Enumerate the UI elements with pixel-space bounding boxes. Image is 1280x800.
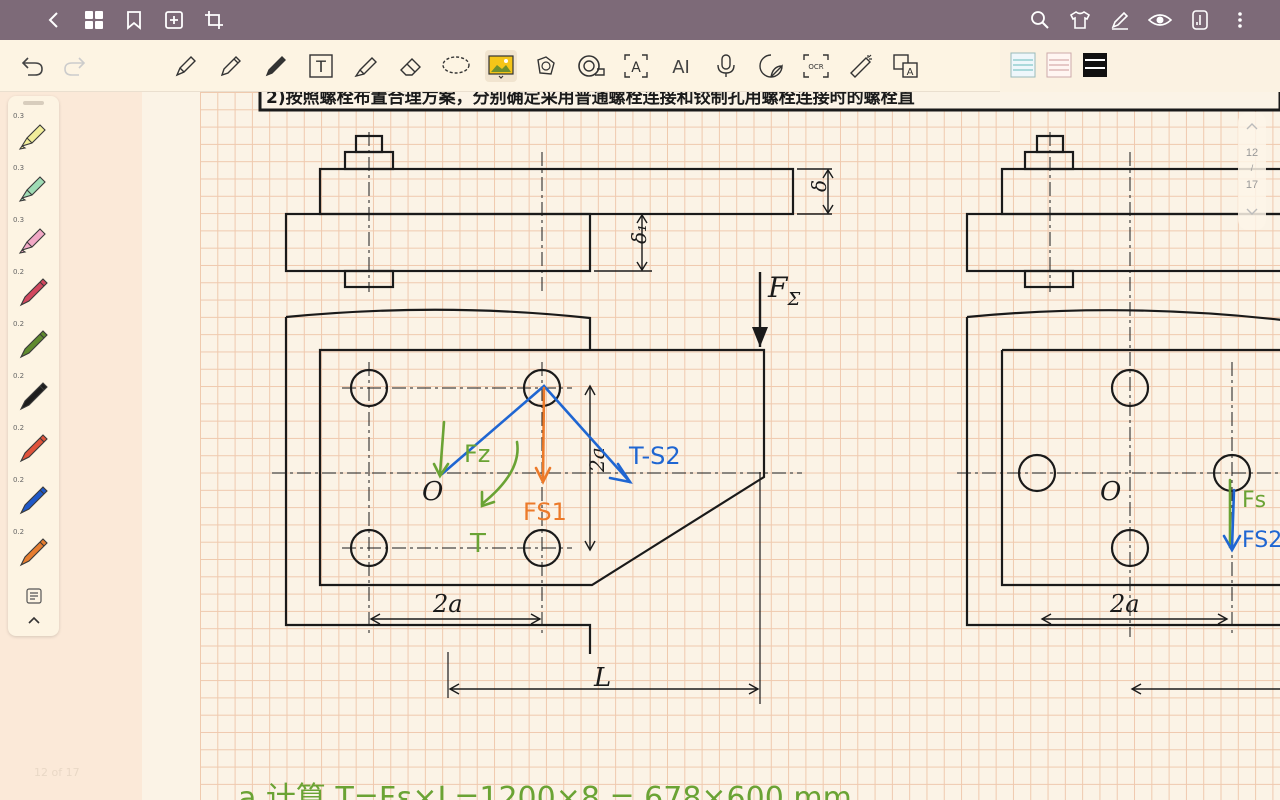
label-delta1: δ₁ bbox=[627, 224, 651, 244]
template-3-icon[interactable] bbox=[1082, 52, 1108, 78]
sidebar-drag-handle[interactable] bbox=[23, 101, 44, 105]
note-canvas[interactable]: 2)按照螺栓布置合理方案，分别确定采用普通螺栓连接和铰制孔用螺栓连接时的螺栓直 bbox=[142, 92, 1280, 800]
highlighter-icon[interactable] bbox=[350, 50, 382, 82]
annotation-fs2: T-S2 bbox=[628, 442, 681, 470]
text-tool-label: T bbox=[315, 57, 326, 76]
page-separator: / bbox=[1250, 163, 1254, 173]
label-2a-horizontal: 2a bbox=[432, 590, 463, 618]
redo-icon[interactable] bbox=[58, 50, 90, 82]
annotation-t: T bbox=[469, 529, 486, 559]
more-icon[interactable] bbox=[1220, 0, 1260, 40]
translate-icon[interactable]: A bbox=[890, 50, 922, 82]
page-current: 12 bbox=[1245, 147, 1259, 159]
grid-view-icon[interactable] bbox=[74, 0, 114, 40]
highlighter-icon bbox=[18, 176, 46, 202]
sidebar-toggle-icon[interactable] bbox=[1180, 0, 1220, 40]
pen-slot[interactable]: 0.2 bbox=[12, 526, 55, 576]
pencil-icon[interactable] bbox=[215, 50, 247, 82]
page-total: 17 bbox=[1245, 179, 1259, 191]
palette-settings-icon[interactable] bbox=[24, 586, 44, 606]
crop-icon[interactable] bbox=[194, 0, 234, 40]
add-page-icon[interactable] bbox=[154, 0, 194, 40]
bottom-note: a 计算 T=Fε×L=1200×8 = 678×600 mm bbox=[238, 781, 852, 800]
pen-icon bbox=[19, 434, 48, 463]
label-delta: δ bbox=[807, 180, 831, 192]
fountain-pen-icon[interactable] bbox=[170, 50, 202, 82]
pen-slot[interactable]: 0.3 bbox=[12, 162, 55, 212]
template-2-icon[interactable] bbox=[1046, 52, 1072, 78]
eraser-icon[interactable] bbox=[395, 50, 427, 82]
right-annotation-fs2: FS2 bbox=[1242, 528, 1280, 553]
sticker-icon[interactable] bbox=[755, 50, 787, 82]
shirt-icon[interactable] bbox=[1060, 0, 1100, 40]
svg-text:A: A bbox=[907, 67, 914, 78]
eye-icon[interactable] bbox=[1140, 0, 1180, 40]
image-icon[interactable] bbox=[485, 50, 517, 82]
right-label-origin: O bbox=[1100, 477, 1121, 507]
pen-slot[interactable]: 0.2 bbox=[12, 422, 55, 472]
pen-slot[interactable]: 0.2 bbox=[12, 474, 55, 524]
top-bar bbox=[0, 0, 1280, 40]
tool-bar: T A AI OCR A bbox=[0, 40, 1280, 92]
top-bar-right bbox=[1020, 0, 1260, 40]
annotation-fs1: FS1 bbox=[523, 498, 567, 526]
ai-icon[interactable]: AI bbox=[665, 50, 697, 82]
pen-sidebar: 0.3 0.3 0.3 0.2 0.2 0.2 0.2 0.2 0.2 bbox=[8, 96, 59, 636]
collapse-icon[interactable] bbox=[24, 610, 44, 630]
text-recognition-icon[interactable]: A bbox=[620, 50, 652, 82]
pen-slot[interactable]: 0.2 bbox=[12, 318, 55, 368]
right-label-2a: 2a bbox=[1109, 590, 1140, 618]
page-navigator: 12 / 17 bbox=[1238, 112, 1266, 230]
pen-slot[interactable]: 0.3 bbox=[12, 214, 55, 264]
pen-icon bbox=[19, 538, 48, 567]
pen-icon bbox=[19, 330, 48, 359]
annotation-fz: Fz bbox=[464, 440, 490, 468]
bookmark-icon[interactable] bbox=[114, 0, 154, 40]
top-bar-left bbox=[34, 0, 234, 40]
page-down-icon[interactable] bbox=[1242, 204, 1262, 220]
pen-slot[interactable]: 0.2 bbox=[12, 370, 55, 420]
laser-pointer-icon[interactable] bbox=[845, 50, 877, 82]
pen-edit-icon[interactable] bbox=[1100, 0, 1140, 40]
pen-slot[interactable]: 0.2 bbox=[12, 266, 55, 316]
ocr-label: OCR bbox=[808, 63, 823, 71]
tape-icon[interactable] bbox=[575, 50, 607, 82]
ocr-icon[interactable]: OCR bbox=[800, 50, 832, 82]
right-annotation-fs: Fs bbox=[1242, 488, 1266, 513]
pen-icon bbox=[19, 278, 48, 307]
pen-slot[interactable]: 0.3 bbox=[12, 110, 55, 160]
label-L: L bbox=[593, 663, 611, 693]
technical-drawing: 2)按照螺栓布置合理方案，分别确定采用普通螺栓连接和铰制孔用螺栓连接时的螺栓直 bbox=[238, 92, 1280, 800]
ballpoint-pen-icon[interactable] bbox=[260, 50, 292, 82]
lasso-icon[interactable] bbox=[440, 50, 472, 82]
page-up-icon[interactable] bbox=[1242, 118, 1262, 134]
svg-text:A: A bbox=[631, 60, 641, 76]
label-2a-vertical: 2a bbox=[585, 447, 609, 473]
label-force: FΣ bbox=[767, 271, 800, 310]
pen-icon bbox=[19, 382, 48, 411]
label-origin: O bbox=[422, 477, 443, 507]
highlighter-icon bbox=[18, 228, 46, 254]
undo-icon[interactable] bbox=[17, 50, 49, 82]
highlighter-icon bbox=[18, 124, 46, 150]
header-text: 2)按照螺栓布置合理方案，分别确定采用普通螺栓连接和铰制孔用螺栓连接时的螺栓直 bbox=[266, 92, 915, 108]
ai-label: AI bbox=[672, 57, 690, 78]
back-icon[interactable] bbox=[34, 0, 74, 40]
template-1-icon[interactable] bbox=[1010, 52, 1036, 78]
pen-icon bbox=[19, 486, 48, 515]
shape-icon[interactable] bbox=[530, 50, 562, 82]
page-indicator-ghost: 12 of 17 bbox=[34, 766, 80, 779]
microphone-icon[interactable] bbox=[710, 50, 742, 82]
text-box-icon[interactable]: T bbox=[305, 50, 337, 82]
template-strip bbox=[1000, 40, 1280, 92]
search-icon[interactable] bbox=[1020, 0, 1060, 40]
